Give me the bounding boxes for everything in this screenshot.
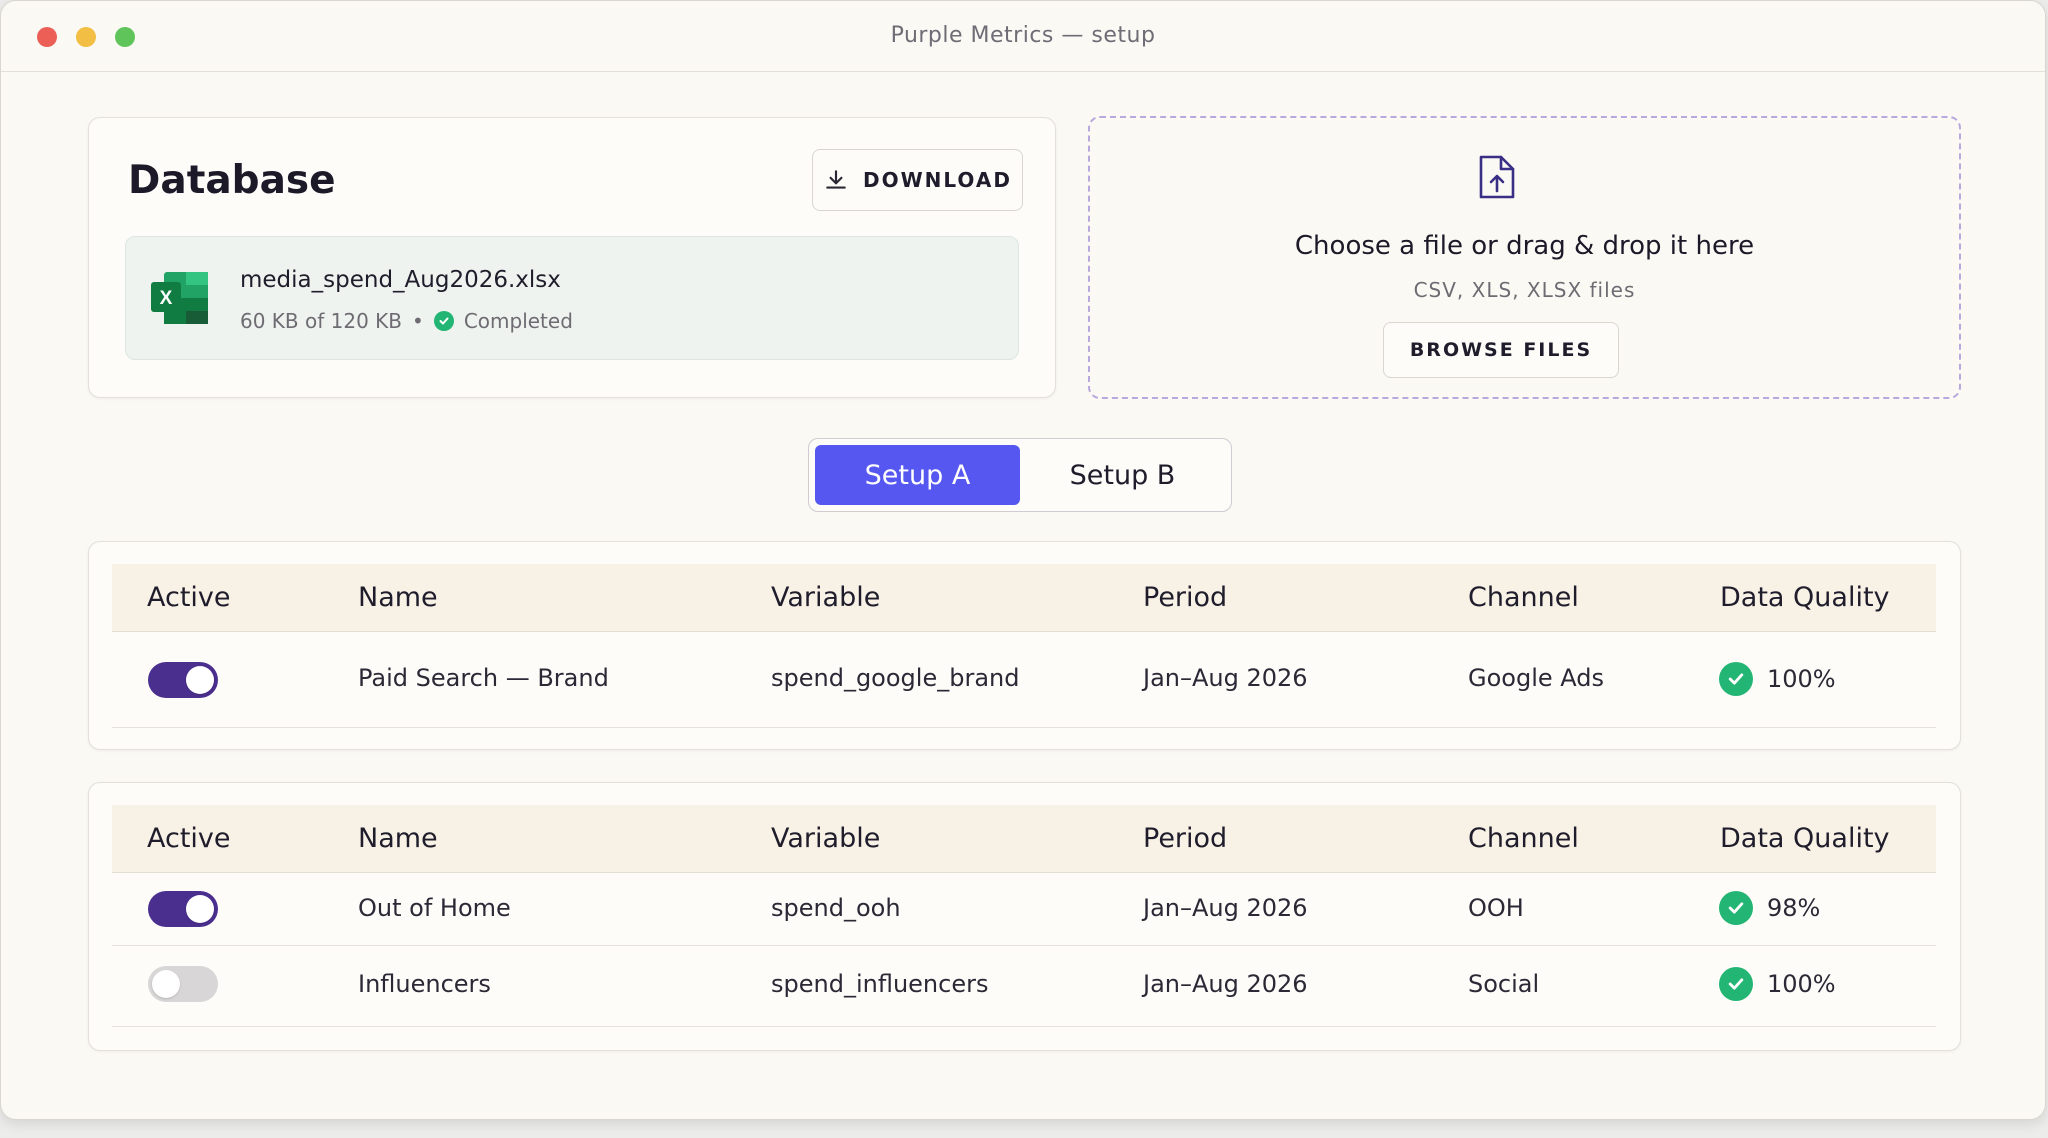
row-channel: Social (1468, 970, 1540, 998)
table-row[interactable]: Influencers spend_influencers Jan–Aug 20… (112, 946, 1936, 1027)
row-quality: 100% (1719, 662, 1836, 696)
column-header[interactable]: Channel (1468, 805, 1579, 873)
table-row[interactable]: Paid Search — Brand spend_google_brand J… (112, 632, 1936, 728)
setup-tabs: Setup A Setup B (808, 438, 1232, 512)
check-circle-icon (1719, 967, 1753, 1001)
row-period: Jan–Aug 2026 (1143, 970, 1308, 998)
browse-files-button[interactable]: BROWSE FILES (1383, 322, 1619, 378)
column-header[interactable]: Name (358, 805, 438, 873)
row-name: Out of Home (358, 894, 511, 922)
tab-setup-b[interactable]: Setup B (1020, 445, 1225, 505)
meta-separator: • (412, 309, 424, 333)
row-name: Influencers (358, 970, 491, 998)
drop-zone-title: Choose a file or drag & drop it here (1294, 231, 1755, 261)
file-name: media_spend_Aug2026.xlsx (240, 267, 561, 293)
column-header[interactable]: Name (358, 564, 438, 632)
column-header[interactable]: Data Quality (1720, 564, 1890, 632)
column-header[interactable]: Active (147, 805, 231, 873)
download-icon (826, 170, 846, 189)
download-label: DOWNLOAD (863, 168, 1012, 192)
table-header: Active Name Variable Period Channel Data… (112, 564, 1936, 632)
drop-zone-subtitle: CSV, XLS, XLSX files (1413, 278, 1636, 302)
column-header[interactable]: Active (147, 564, 231, 632)
app-window: Purple Metrics — setup Database DOWNLOAD… (0, 0, 2046, 1120)
row-quality: 100% (1719, 967, 1836, 1001)
active-toggle[interactable] (148, 662, 218, 698)
row-channel: Google Ads (1468, 664, 1604, 692)
window-title: Purple Metrics — setup (890, 23, 1156, 48)
row-period: Jan–Aug 2026 (1143, 894, 1308, 922)
row-variable: spend_google_brand (771, 664, 1020, 692)
variables-table: Active Name Variable Period Channel Data… (88, 782, 1961, 1051)
row-channel: OOH (1468, 894, 1524, 922)
uploaded-file: X media_spend_Aug2026.xlsx 60 KB of 120 … (125, 236, 1019, 360)
file-status: Completed (463, 309, 573, 333)
table-header: Active Name Variable Period Channel Data… (112, 805, 1936, 873)
column-header[interactable]: Period (1143, 805, 1227, 873)
table-row[interactable]: Out of Home spend_ooh Jan–Aug 2026 OOH 9… (112, 873, 1936, 946)
file-drop-zone[interactable]: Choose a file or drag & drop it here CSV… (1088, 116, 1961, 399)
row-name: Paid Search — Brand (358, 664, 609, 692)
download-button[interactable]: DOWNLOAD (812, 149, 1023, 211)
column-header[interactable]: Data Quality (1720, 805, 1890, 873)
column-header[interactable]: Period (1143, 564, 1227, 632)
column-header[interactable]: Channel (1468, 564, 1579, 632)
row-variable: spend_ooh (771, 894, 901, 922)
database-title: Database (128, 158, 336, 203)
title-bar: Purple Metrics — setup (1, 1, 2045, 72)
variables-table: Active Name Variable Period Channel Data… (88, 541, 1961, 750)
database-card: Database DOWNLOAD X media_spend_Aug2026.… (88, 117, 1056, 398)
active-toggle[interactable] (148, 891, 218, 927)
active-toggle[interactable] (148, 966, 218, 1002)
column-header[interactable]: Variable (771, 564, 880, 632)
row-quality: 98% (1719, 891, 1820, 925)
file-size: 60 KB of 120 KB (240, 309, 403, 333)
column-header[interactable]: Variable (771, 805, 880, 873)
quality-value: 98% (1767, 894, 1821, 922)
check-circle-icon (1719, 891, 1753, 925)
excel-icon: X (151, 272, 208, 324)
quality-value: 100% (1767, 970, 1836, 998)
file-meta: 60 KB of 120 KB • Completed (240, 309, 573, 333)
file-upload-icon (1479, 155, 1515, 199)
svg-text:X: X (160, 288, 173, 309)
tab-setup-a[interactable]: Setup A (815, 445, 1020, 505)
check-circle-icon (433, 311, 454, 331)
row-period: Jan–Aug 2026 (1143, 664, 1308, 692)
row-variable: spend_influencers (771, 970, 989, 998)
quality-value: 100% (1767, 665, 1836, 693)
check-circle-icon (1719, 662, 1753, 696)
